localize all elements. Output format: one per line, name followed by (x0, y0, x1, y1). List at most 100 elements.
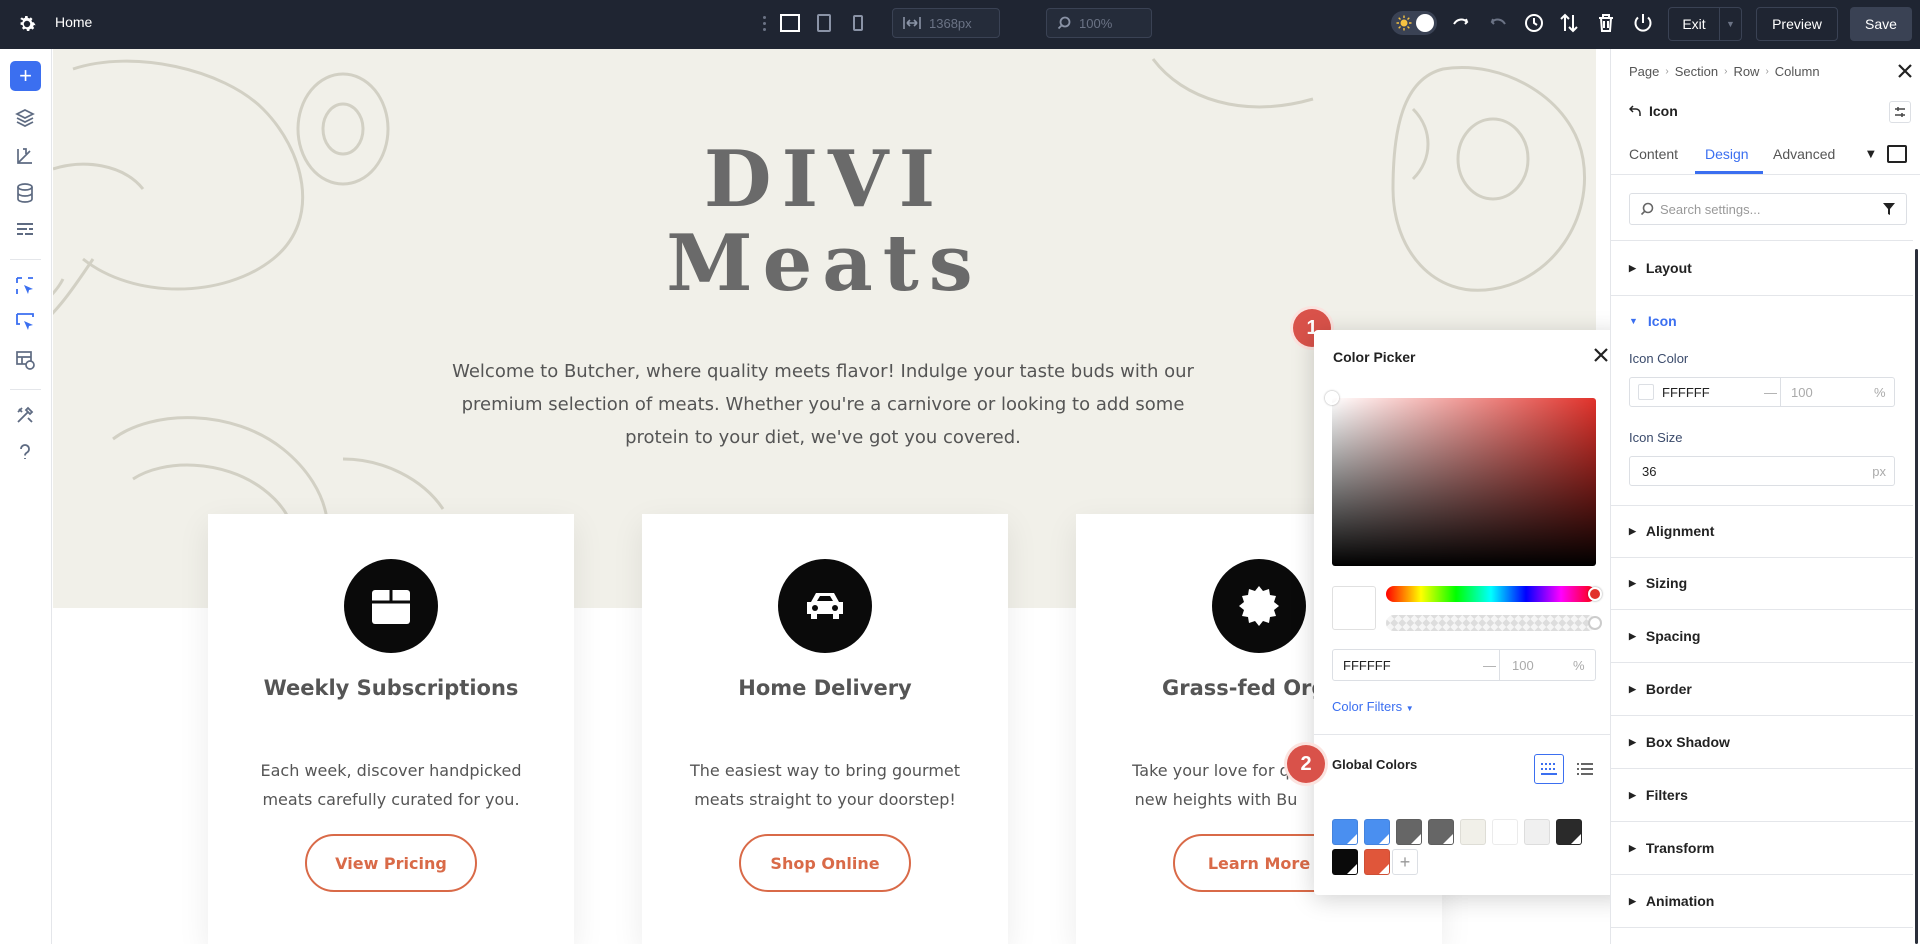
color-picker-popup[interactable]: Color Picker FFFFFF — 100 % Color Filter… (1314, 330, 1628, 895)
icon-color-opacity[interactable]: 100 (1781, 385, 1874, 400)
card-description: Each week, discover handpicked meats car… (260, 761, 522, 809)
filter-icon[interactable] (1882, 202, 1896, 216)
sidebar-divider (10, 259, 41, 260)
redo-icon[interactable] (1487, 12, 1509, 34)
global-color-swatch[interactable] (1524, 819, 1550, 845)
global-color-swatch[interactable] (1364, 819, 1390, 845)
save-button[interactable]: Save (1850, 7, 1912, 41)
close-icon[interactable] (1590, 344, 1612, 366)
help-icon[interactable] (14, 441, 36, 463)
breadcrumb-column[interactable]: Column (1775, 64, 1820, 79)
phone-view-button[interactable] (846, 11, 870, 35)
breadcrumb-section[interactable]: Section (1675, 64, 1718, 79)
saturation-handle[interactable] (1325, 391, 1339, 405)
tab-design[interactable]: Design (1705, 146, 1749, 162)
desktop-view-button[interactable] (778, 11, 802, 35)
opacity-handle[interactable] (1588, 616, 1602, 630)
back-arrow-icon[interactable] (1629, 105, 1641, 117)
trash-icon[interactable] (1595, 12, 1617, 34)
preview-button[interactable]: Preview (1756, 7, 1838, 41)
group-transform[interactable]: ▶ Transform (1629, 840, 1714, 856)
feature-card[interactable]: Weekly Subscriptions Each week, discover… (208, 514, 574, 944)
group-label: Icon (1647, 313, 1677, 329)
tab-advanced[interactable]: Advanced (1773, 146, 1835, 162)
drag-handle-icon[interactable] (760, 13, 768, 33)
group-filters[interactable]: ▶ Filters (1629, 787, 1688, 803)
theme-toggle[interactable] (1391, 11, 1437, 35)
undo-icon[interactable] (1450, 12, 1472, 34)
global-color-swatch[interactable] (1460, 819, 1486, 845)
global-color-swatch[interactable] (1556, 819, 1582, 845)
gear-icon[interactable] (16, 13, 38, 35)
hue-slider[interactable] (1386, 586, 1596, 602)
database-icon[interactable] (14, 182, 36, 204)
hue-handle[interactable] (1588, 587, 1602, 601)
settings-panel: Page › Section › Row › Column Icon Content … (1610, 49, 1920, 944)
caret-down-icon[interactable]: ▼ (1720, 19, 1741, 29)
history-icon[interactable] (1523, 12, 1545, 34)
opacity-input[interactable]: 100 (1500, 658, 1573, 673)
global-color-swatch[interactable] (1332, 849, 1358, 875)
global-color-swatch[interactable] (1492, 819, 1518, 845)
group-alignment[interactable]: ▶ Alignment (1629, 523, 1714, 539)
caret-down-icon[interactable]: ▼ (1867, 149, 1875, 160)
settings-search-input[interactable]: Search settings... (1629, 193, 1907, 225)
picker-divider (1314, 734, 1619, 735)
icon-size-value[interactable]: 36 (1642, 464, 1656, 479)
group-spacing[interactable]: ▶ Spacing (1629, 628, 1700, 644)
library-icon[interactable] (14, 145, 36, 167)
tools-icon[interactable] (14, 404, 36, 426)
grid-view-button[interactable] (1534, 754, 1564, 784)
saturation-area[interactable] (1332, 398, 1596, 566)
feature-card[interactable]: Home Delivery The easiest way to bring g… (642, 514, 1008, 944)
global-color-swatch[interactable] (1332, 819, 1358, 845)
tab-content[interactable]: Content (1629, 146, 1678, 162)
layout-icon[interactable] (14, 219, 36, 241)
breadcrumb-page[interactable]: Page (1629, 64, 1659, 79)
color-filters-toggle[interactable]: Color Filters ▼ (1332, 699, 1414, 714)
zoom-field[interactable]: 100% (1046, 8, 1152, 38)
global-color-swatch[interactable] (1428, 819, 1454, 845)
panel-divider (1611, 240, 1913, 241)
global-color-swatch[interactable] (1396, 819, 1422, 845)
zoom-value: 100% (1079, 15, 1113, 31)
icon-color-hex[interactable]: FFFFFF (1654, 385, 1764, 400)
icon-size-label: Icon Size (1629, 430, 1683, 445)
exit-button[interactable]: Exit ▼ (1668, 7, 1742, 41)
icon-circle[interactable] (344, 559, 438, 653)
hex-input[interactable]: FFFFFF (1333, 658, 1483, 673)
global-color-swatch[interactable] (1364, 849, 1390, 875)
group-sizing[interactable]: ▶ Sizing (1629, 575, 1687, 591)
panel-divider (1611, 927, 1913, 928)
select-icon[interactable] (14, 275, 36, 297)
module-options-button[interactable] (1889, 101, 1911, 123)
icon-circle[interactable] (778, 559, 872, 653)
square-icon[interactable] (1887, 145, 1907, 163)
add-module-button[interactable]: + (10, 61, 41, 91)
multi-select-icon[interactable] (14, 311, 36, 333)
icon-circle[interactable] (1212, 559, 1306, 653)
sort-icon[interactable] (1558, 12, 1580, 34)
add-global-color-button[interactable]: + (1392, 849, 1418, 875)
group-layout[interactable]: ▶ Layout (1629, 260, 1692, 276)
list-view-button[interactable] (1570, 754, 1600, 784)
view-pricing-button[interactable]: View Pricing (305, 834, 477, 892)
power-icon[interactable] (1632, 12, 1654, 34)
breadcrumb-row[interactable]: Row (1733, 64, 1759, 79)
panel-divider (1611, 874, 1913, 875)
canvas-width-field[interactable]: 1368px (892, 8, 1000, 38)
shop-online-button[interactable]: Shop Online (739, 834, 911, 892)
icon-size-field[interactable]: 36 px (1629, 456, 1895, 486)
group-border[interactable]: ▶ Border (1629, 681, 1692, 697)
opacity-slider[interactable] (1386, 615, 1596, 631)
color-swatch[interactable] (1638, 384, 1654, 400)
layers-icon[interactable] (14, 107, 36, 129)
icon-color-field[interactable]: FFFFFF — 100 % (1629, 377, 1895, 407)
theme-builder-icon[interactable] (14, 349, 36, 371)
group-icon[interactable]: ▼ Icon (1629, 313, 1677, 329)
tablet-view-button[interactable] (812, 11, 836, 35)
group-box-shadow[interactable]: ▶ Box Shadow (1629, 734, 1730, 750)
panel-scrollbar[interactable] (1915, 249, 1918, 944)
close-icon[interactable] (1895, 61, 1915, 81)
group-animation[interactable]: ▶ Animation (1629, 893, 1714, 909)
